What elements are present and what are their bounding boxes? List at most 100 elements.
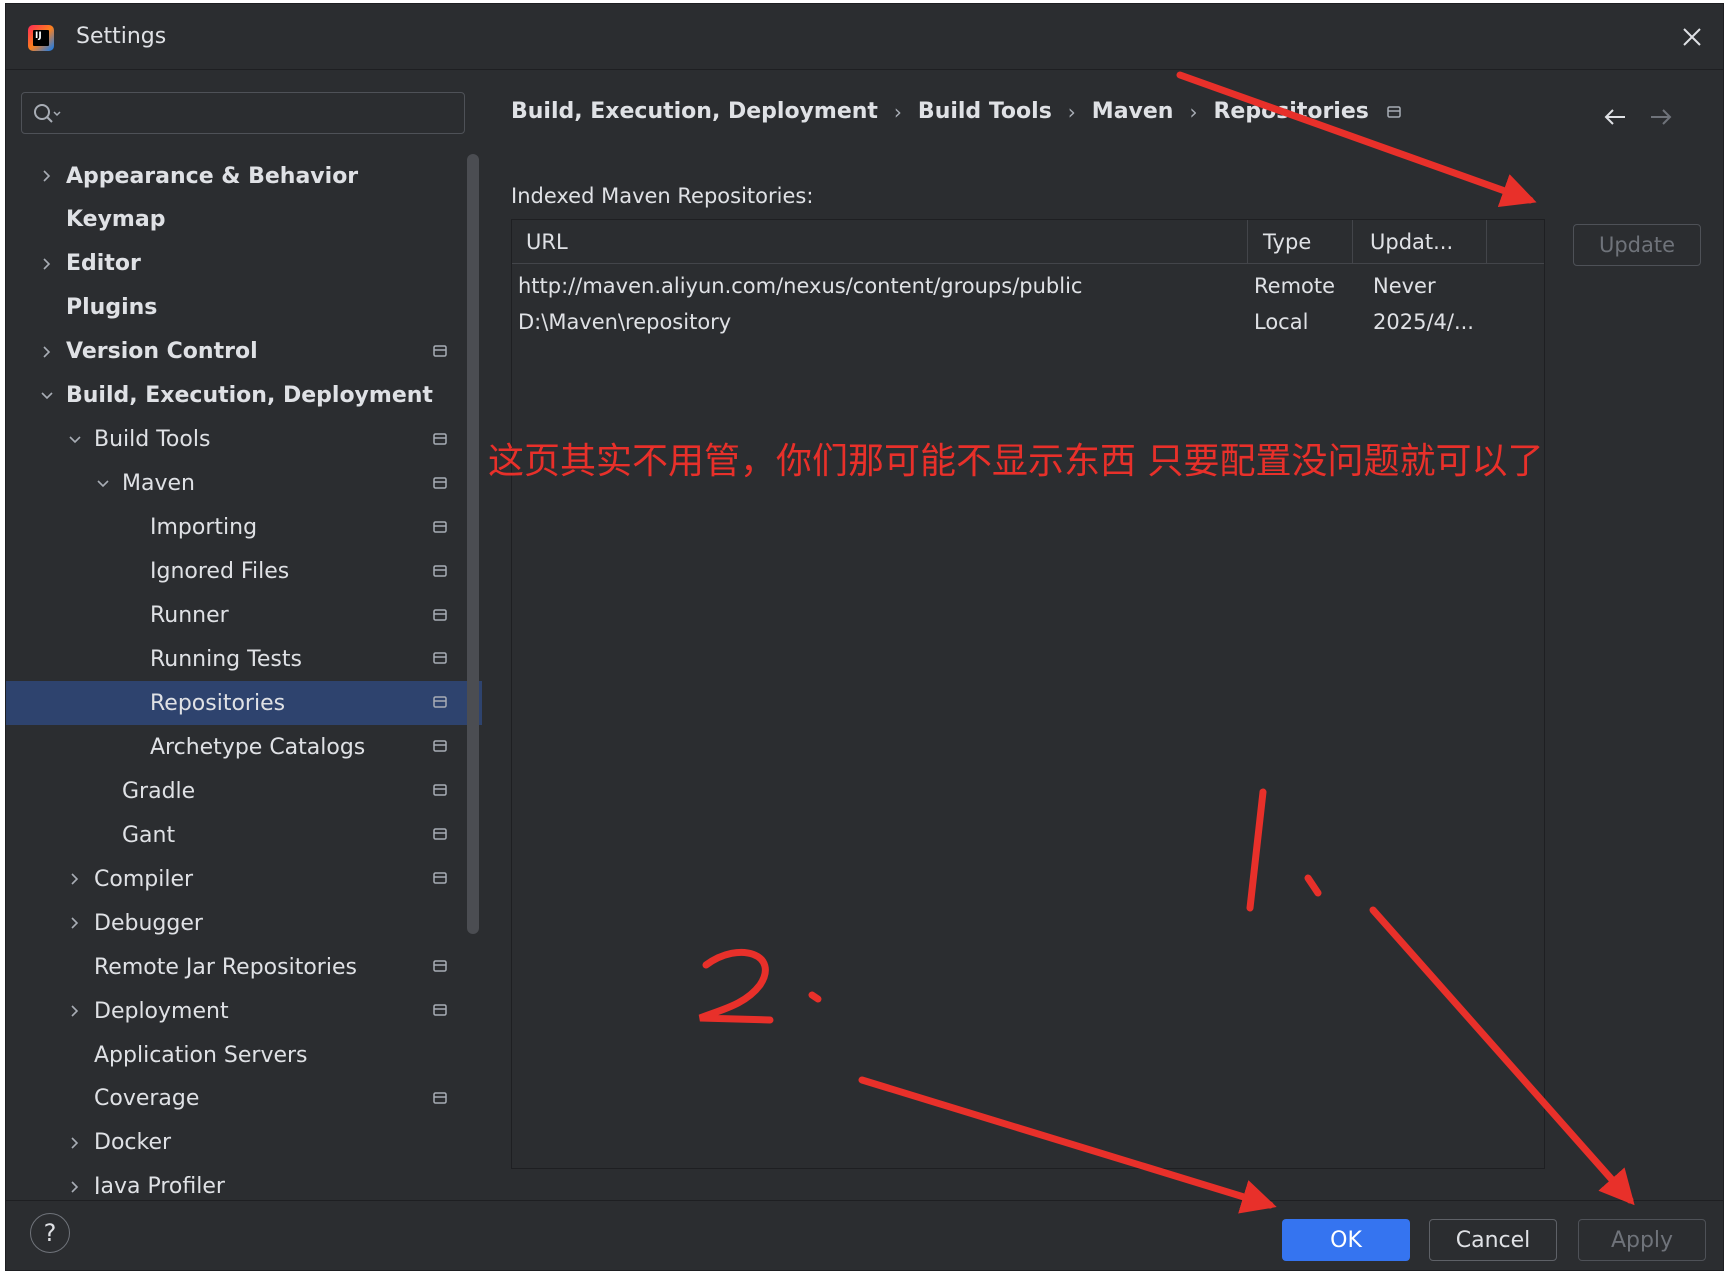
project-scope-icon xyxy=(433,345,447,357)
forward-arrow-icon[interactable] xyxy=(1649,107,1673,127)
tree-item[interactable]: Docker xyxy=(6,1121,482,1165)
tree-item[interactable]: Coverage xyxy=(6,1077,482,1121)
tree-item[interactable]: Deployment xyxy=(6,989,482,1033)
project-scope-icon xyxy=(433,564,447,577)
project-scope-icon xyxy=(433,520,447,533)
tree-item[interactable]: Editor xyxy=(6,242,482,286)
table-header: URL Type Updat... xyxy=(512,220,1544,264)
chevron-right-icon[interactable] xyxy=(67,1135,83,1151)
tree-scrollbar[interactable] xyxy=(467,154,479,934)
close-button[interactable] xyxy=(1675,20,1709,54)
chevron-down-icon[interactable] xyxy=(39,388,55,404)
breadcrumb-separator-icon: › xyxy=(1067,99,1076,124)
table-row[interactable]: http://maven.aliyun.com/nexus/content/gr… xyxy=(512,270,1544,306)
column-divider xyxy=(1352,220,1353,263)
tree-item-label: Importing xyxy=(150,515,258,541)
cell-updated: Never xyxy=(1373,274,1436,298)
project-scope-icon xyxy=(433,828,447,840)
breadcrumb-item[interactable]: Maven xyxy=(1092,99,1174,124)
project-scope-icon xyxy=(1387,105,1401,118)
update-button[interactable]: Update xyxy=(1573,224,1701,266)
column-divider xyxy=(1247,220,1248,263)
back-arrow-icon[interactable] xyxy=(1603,107,1627,127)
section-label: Indexed Maven Repositories: xyxy=(511,184,814,208)
tree-item-label: Remote Jar Repositories xyxy=(94,954,357,980)
close-icon xyxy=(1683,28,1701,46)
tree-item-label: Deployment xyxy=(94,998,229,1024)
intellij-logo-icon: IJ xyxy=(28,25,54,51)
column-header-type[interactable]: Type xyxy=(1263,230,1311,254)
chevron-right-icon[interactable] xyxy=(67,1179,83,1194)
ok-button[interactable]: OK xyxy=(1282,1219,1410,1261)
breadcrumb-separator-icon: › xyxy=(1189,99,1198,124)
window-title: Settings xyxy=(76,24,167,49)
tree-item-label: Coverage xyxy=(94,1086,200,1112)
tree-item-label: Running Tests xyxy=(150,646,302,672)
tree-item[interactable]: Java Profiler xyxy=(6,1165,482,1194)
tree-item[interactable]: Remote Jar Repositories xyxy=(6,945,482,989)
settings-dialog: IJ Settings Appearance & Behavior Keymap E… xyxy=(5,3,1724,1271)
table-row[interactable]: D:\Maven\repository Local 2025/4/... xyxy=(512,306,1544,342)
tree-item[interactable]: Archetype Catalogs xyxy=(6,725,482,769)
chevron-down-icon[interactable] xyxy=(95,476,111,492)
column-divider xyxy=(1486,220,1487,263)
tree-item[interactable]: Build Tools xyxy=(6,418,482,462)
tree-item[interactable]: Debugger xyxy=(6,901,482,945)
tree-item[interactable]: Running Tests xyxy=(6,637,482,681)
project-scope-icon xyxy=(433,476,447,489)
tree-item[interactable]: Keymap xyxy=(6,198,482,242)
tree-item[interactable]: Runner xyxy=(6,594,482,638)
tree-item-label: Java Profiler xyxy=(94,1174,225,1194)
tree-item[interactable]: Repositories xyxy=(6,681,482,726)
column-header-url[interactable]: URL xyxy=(526,230,568,254)
tree-item[interactable]: Gant xyxy=(6,813,482,857)
project-scope-icon xyxy=(433,432,447,445)
tree-item-label: Gradle xyxy=(122,778,196,804)
tree-item[interactable]: Application Servers xyxy=(6,1033,482,1077)
repositories-table[interactable]: URL Type Updat... http://maven.aliyun.co… xyxy=(511,219,1545,1169)
tree-item[interactable]: Gradle xyxy=(6,769,482,813)
cell-url: D:\Maven\repository xyxy=(518,310,732,334)
tree-item-label: Docker xyxy=(94,1130,172,1156)
tree-item-label: Editor xyxy=(66,251,141,277)
tree-item-label: Archetype Catalogs xyxy=(150,734,366,760)
project-scope-icon xyxy=(433,652,447,665)
tree-item-label: Maven xyxy=(122,471,195,497)
breadcrumb-item[interactable]: Build Tools xyxy=(918,99,1052,124)
project-scope-icon xyxy=(433,1004,447,1016)
tree-item-label: Debugger xyxy=(94,910,203,936)
chevron-right-icon[interactable] xyxy=(67,1003,83,1019)
tree-item[interactable]: Plugins xyxy=(6,286,482,330)
breadcrumb-item: Repositories xyxy=(1213,99,1369,124)
tree-item[interactable]: Maven xyxy=(6,462,482,506)
tree-item[interactable]: Build, Execution, Deployment xyxy=(6,374,482,418)
breadcrumb-item[interactable]: Build, Execution, Deployment xyxy=(511,99,878,124)
column-header-updated[interactable]: Updat... xyxy=(1370,230,1453,254)
cell-type: Remote xyxy=(1254,274,1336,298)
tree-item-label: Build, Execution, Deployment xyxy=(66,383,433,409)
cell-url: http://maven.aliyun.com/nexus/content/gr… xyxy=(518,274,1083,298)
chevron-right-icon[interactable] xyxy=(39,256,55,272)
tree-item-label: Keymap xyxy=(66,207,166,233)
help-button[interactable]: ? xyxy=(30,1213,70,1253)
tree-item[interactable]: Importing xyxy=(6,506,482,550)
chevron-down-icon[interactable] xyxy=(67,432,83,448)
chevron-right-icon[interactable] xyxy=(67,915,83,931)
project-scope-icon xyxy=(433,1092,447,1104)
tree-item[interactable]: Ignored Files xyxy=(6,550,482,594)
tree-item-label: Appearance & Behavior xyxy=(66,163,359,189)
chevron-right-icon[interactable] xyxy=(39,344,55,360)
tree-item[interactable]: Compiler xyxy=(6,857,482,901)
chevron-right-icon[interactable] xyxy=(39,168,55,184)
settings-tree: Appearance & Behavior Keymap Editor Plugins… xyxy=(6,154,482,1194)
chevron-right-icon[interactable] xyxy=(67,871,83,887)
apply-button[interactable]: Apply xyxy=(1578,1219,1706,1261)
settings-search[interactable] xyxy=(21,92,465,134)
tree-item[interactable]: Appearance & Behavior xyxy=(6,154,482,198)
tree-item-label: Version Control xyxy=(66,339,258,365)
tree-item-label: Repositories xyxy=(150,690,286,716)
tree-item[interactable]: Version Control xyxy=(6,330,482,374)
cancel-button[interactable]: Cancel xyxy=(1429,1219,1557,1261)
search-input[interactable] xyxy=(68,99,452,129)
tree-item-label: Application Servers xyxy=(94,1042,308,1068)
